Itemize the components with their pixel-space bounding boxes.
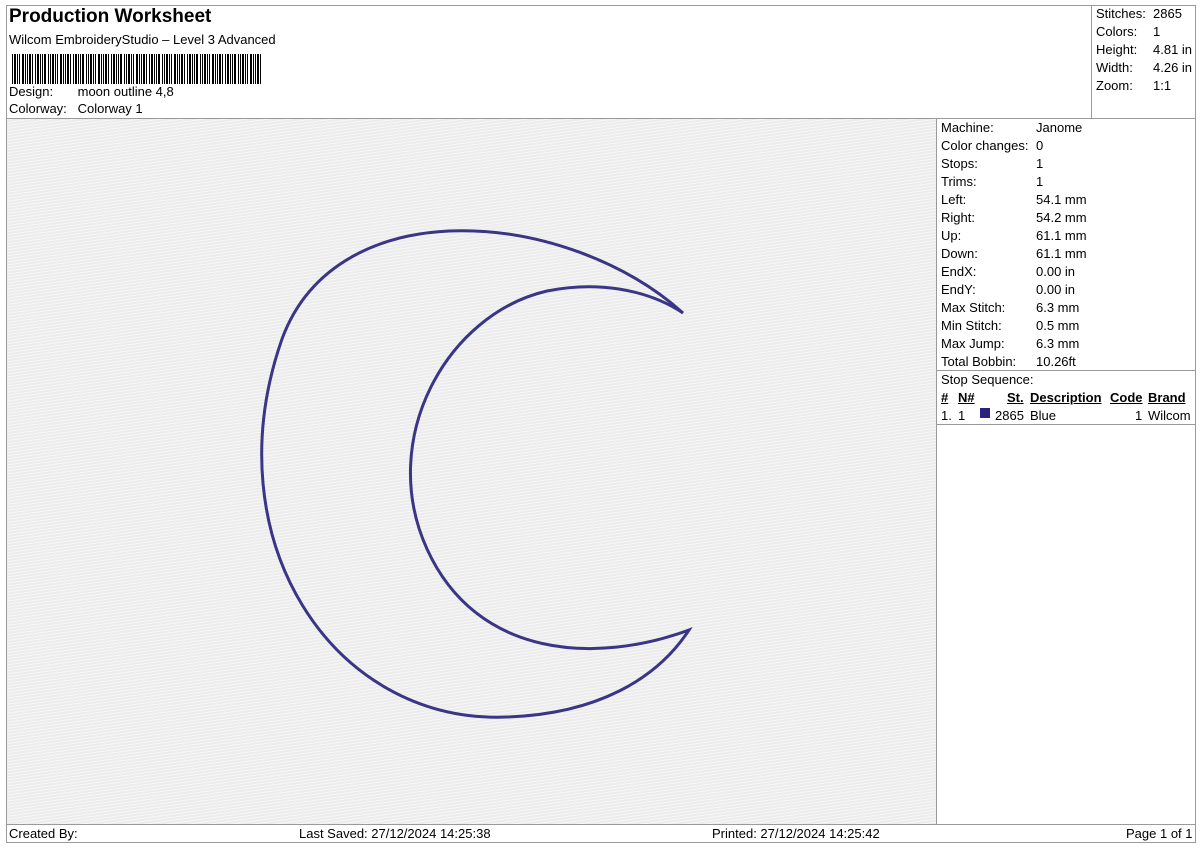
last-saved: Last Saved: 27/12/2024 14:25:38 (299, 826, 491, 841)
created-by: Created By: (9, 826, 78, 841)
stop-row-stitches: 2865 (995, 408, 1024, 423)
moon-outline-design (260, 229, 693, 719)
stop-row-code: 1 (1135, 408, 1143, 423)
design-preview (7, 119, 936, 824)
page-title: Production Worksheet (9, 6, 212, 27)
colorway-label: Colorway: (9, 101, 67, 116)
stop-row-description: Blue (1030, 408, 1057, 423)
col-header-stitches: St. (1007, 390, 1024, 405)
design-label: Design: (9, 84, 54, 99)
barcode (12, 54, 261, 84)
stop-sequence-title: Stop Sequence: (941, 372, 1034, 387)
stop-row-divider (937, 424, 1196, 425)
colorway-row: Colorway: Colorway 1 (9, 101, 143, 116)
worksheet-header: Production Worksheet Wilcom EmbroiderySt… (6, 5, 1092, 118)
design-name: moon outline 4,8 (77, 84, 174, 99)
design-summary: Stitches: 2865 Colors: 1 Height: 4.81 in Wi… (1091, 5, 1197, 118)
printed-date: Printed: 27/12/2024 14:25:42 (712, 826, 880, 841)
software-subtitle: Wilcom EmbroideryStudio – Level 3 Advanc… (9, 32, 276, 47)
col-header-code: Code (1110, 390, 1143, 405)
colorway-name: Colorway 1 (77, 101, 143, 116)
stop-row-needle: 1 (958, 408, 966, 423)
col-header-needle: N# (958, 390, 975, 405)
stop-sequence-divider (937, 370, 1196, 371)
moon-outline (260, 229, 693, 719)
design-row: Design: moon outline 4,8 (9, 84, 174, 99)
col-header-num: # (941, 390, 949, 405)
col-header-brand: Brand (1148, 390, 1186, 405)
machine-info-panel: Machine: Janome Color changes: 0 Stops: 1 T… (937, 119, 1196, 824)
footer-divider (6, 824, 1196, 825)
stop-row-num: 1. (941, 408, 952, 423)
page-number: Page 1 of 1 (1126, 826, 1193, 841)
col-header-description: Description (1030, 390, 1102, 405)
thread-color-swatch (980, 408, 990, 418)
stop-row-brand: Wilcom (1148, 408, 1191, 423)
